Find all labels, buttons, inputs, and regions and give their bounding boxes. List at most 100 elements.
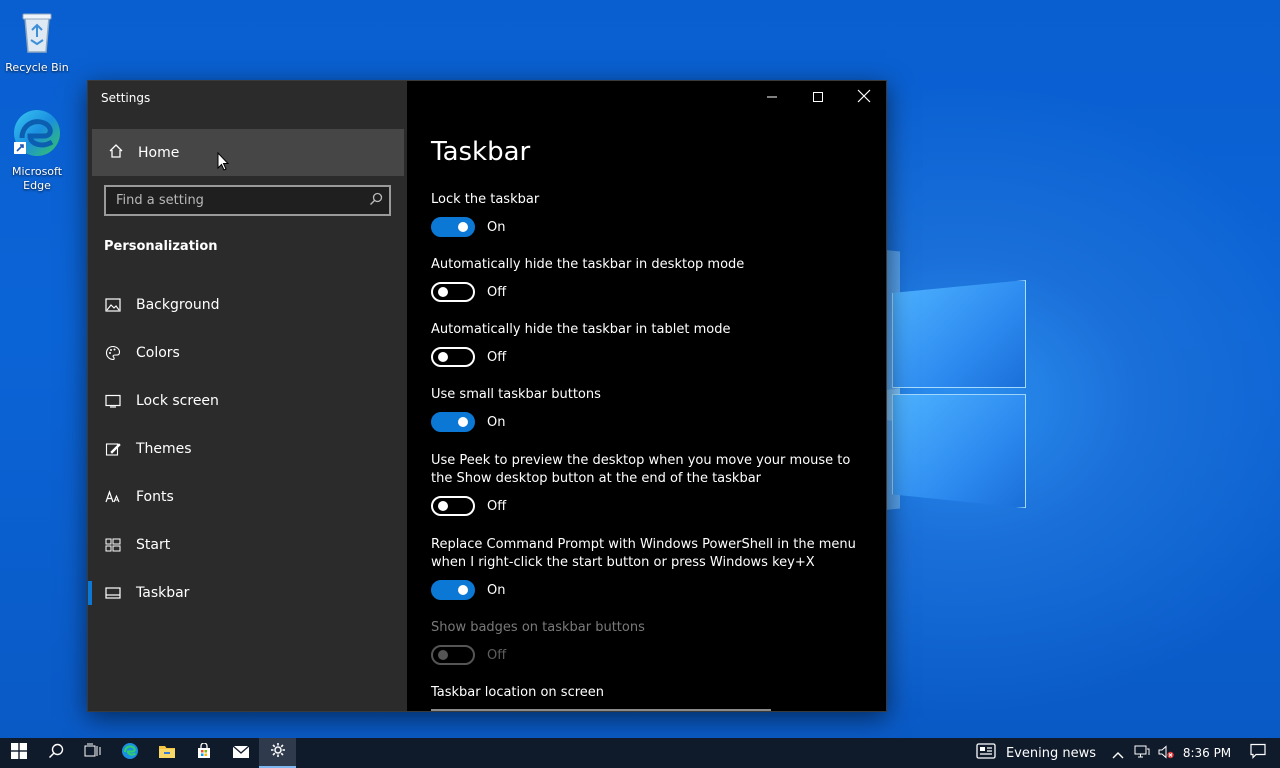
news-widget[interactable]: Evening news	[976, 743, 1096, 763]
volume-button[interactable]	[1154, 744, 1178, 763]
taskbar-edge-button[interactable]	[111, 738, 148, 768]
nav-home[interactable]: Home	[92, 129, 404, 176]
search-button[interactable]	[37, 738, 74, 768]
option-label: Show badges on taskbar buttons	[431, 620, 645, 635]
themes-icon	[104, 440, 122, 458]
page-title: Taskbar	[431, 137, 531, 167]
settings-nav-pane: Settings Home Personalization Background	[88, 81, 407, 711]
taskbar-mail-button[interactable]	[222, 738, 259, 768]
window-title: Settings	[101, 91, 151, 105]
taskbar-settings-button[interactable]	[259, 738, 296, 768]
option-peek: Use Peek to preview the desktop when you…	[431, 452, 871, 516]
option-small-buttons: Use small taskbar buttons On	[431, 386, 871, 432]
minimize-icon	[766, 88, 778, 107]
edge-icon	[121, 742, 139, 764]
close-button[interactable]	[841, 81, 886, 113]
network-icon	[1134, 744, 1150, 763]
option-lock-taskbar: Lock the taskbar On	[431, 191, 871, 237]
search-icon[interactable]	[369, 191, 383, 210]
toggle-switch[interactable]	[431, 496, 475, 516]
taskbar-icon	[104, 584, 122, 602]
nav-item-lock-screen[interactable]: Lock screen	[88, 377, 407, 425]
nav-section-title: Personalization	[104, 239, 218, 254]
close-icon	[857, 88, 871, 107]
toggle-state: Off	[487, 647, 507, 663]
option-label: Replace Command Prompt with Windows Powe…	[431, 537, 856, 570]
toggle-switch[interactable]	[431, 412, 475, 432]
network-button[interactable]	[1130, 744, 1154, 763]
taskbar: Evening news 8:36 PM	[0, 738, 1280, 768]
search-input[interactable]	[116, 193, 369, 208]
volume-muted-icon	[1158, 744, 1174, 763]
taskbar-location-label: Taskbar location on screen	[431, 684, 871, 702]
option-badges: Show badges on taskbar buttons Off	[431, 619, 871, 665]
desktop-icon-recycle-bin[interactable]: Recycle Bin	[0, 8, 74, 75]
nav-item-taskbar[interactable]: Taskbar	[88, 569, 407, 617]
taskbar-file-explorer-button[interactable]	[148, 738, 185, 768]
news-icon	[976, 743, 996, 763]
nav-list: Background Colors Lock screen Themes Fon…	[88, 281, 407, 617]
nav-item-label: Colors	[136, 345, 180, 361]
maximize-icon	[812, 88, 824, 107]
windows-logo-wallpaper	[888, 272, 1028, 510]
start-layout-icon	[104, 536, 122, 554]
nav-item-colors[interactable]: Colors	[88, 329, 407, 377]
news-label: Evening news	[1005, 745, 1096, 761]
start-icon	[10, 743, 27, 763]
chevron-up-icon	[1112, 744, 1124, 763]
toggle-state: Off	[487, 498, 507, 514]
option-autohide-tablet: Automatically hide the taskbar in tablet…	[431, 321, 871, 367]
nav-item-label: Background	[136, 297, 220, 313]
option-autohide-desktop: Automatically hide the taskbar in deskto…	[431, 256, 871, 302]
fonts-icon	[104, 488, 122, 506]
toggle-switch[interactable]	[431, 347, 475, 367]
option-label: Use Peek to preview the desktop when you…	[431, 453, 851, 486]
option-label: Use small taskbar buttons	[431, 387, 601, 402]
toggle-state: On	[487, 414, 506, 430]
nav-item-themes[interactable]: Themes	[88, 425, 407, 473]
nav-item-label: Lock screen	[136, 393, 219, 409]
nav-item-fonts[interactable]: Fonts	[88, 473, 407, 521]
toggle-state: On	[487, 582, 506, 598]
store-icon	[196, 742, 212, 763]
settings-content-pane: Taskbar Lock the taskbar On Automaticall…	[407, 81, 886, 711]
option-label: Automatically hide the taskbar in tablet…	[431, 322, 731, 337]
show-hidden-icons-button[interactable]	[1106, 744, 1130, 763]
file-explorer-icon	[158, 743, 176, 763]
option-label: Lock the taskbar	[431, 192, 540, 207]
desktop-icon-edge[interactable]: Microsoft Edge	[0, 108, 74, 193]
settings-window: Settings Home Personalization Background	[87, 80, 887, 712]
taskbar-store-button[interactable]	[185, 738, 222, 768]
search-box[interactable]	[104, 185, 391, 216]
nav-item-background[interactable]: Background	[88, 281, 407, 329]
palette-icon	[104, 344, 122, 362]
mail-icon	[232, 744, 250, 763]
home-icon	[108, 143, 124, 163]
nav-home-label: Home	[138, 144, 180, 161]
desktop-icon-label: Recycle Bin	[5, 61, 69, 74]
desktop-icon-label: Microsoft Edge	[11, 165, 63, 192]
toggle-switch[interactable]	[431, 217, 475, 237]
lock-screen-icon	[104, 392, 122, 410]
toggle-state: On	[487, 219, 506, 235]
toggle-switch[interactable]	[431, 282, 475, 302]
toggle-switch	[431, 645, 475, 665]
option-label: Taskbar location on screen	[431, 685, 605, 700]
edge-icon	[6, 108, 68, 162]
settings-icon	[270, 742, 286, 762]
notification-icon	[1250, 743, 1266, 763]
option-powershell: Replace Command Prompt with Windows Powe…	[431, 536, 871, 600]
task-view-button[interactable]	[74, 738, 111, 768]
nav-item-label: Taskbar	[136, 585, 190, 601]
action-center-button[interactable]	[1236, 743, 1280, 763]
start-button[interactable]	[0, 738, 37, 768]
toggle-switch[interactable]	[431, 580, 475, 600]
clock[interactable]: 8:36 PM	[1178, 746, 1236, 760]
nav-item-label: Fonts	[136, 489, 174, 505]
nav-item-start[interactable]: Start	[88, 521, 407, 569]
taskbar-location-dropdown[interactable]	[431, 709, 771, 711]
toggle-state: Off	[487, 349, 507, 365]
minimize-button[interactable]	[749, 81, 795, 113]
nav-item-label: Themes	[136, 441, 192, 457]
maximize-button[interactable]	[795, 81, 841, 113]
